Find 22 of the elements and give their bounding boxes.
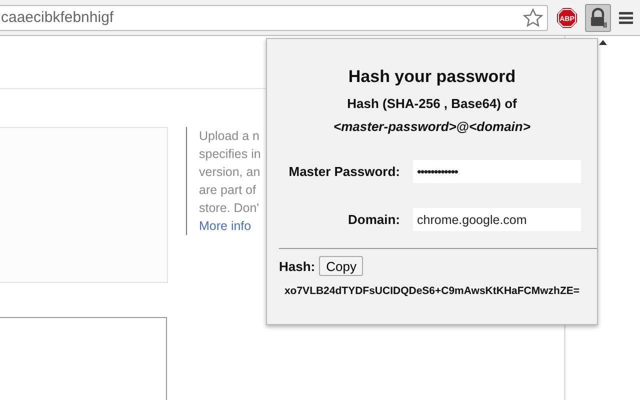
description-text: Upload a n <box>199 128 260 145</box>
domain-field[interactable]: chrome.google.com <box>413 208 581 231</box>
hash-label: Hash: <box>279 258 316 274</box>
hash-output: xo7VLB24dTYDFsUCIDQDeS6+C9mAwsKtKHaFCMwzhZE= <box>283 285 581 297</box>
menu-icon[interactable] <box>619 10 633 24</box>
address-text: caaecibkfebnhigf <box>1 9 114 26</box>
password-field[interactable]: •••••••••••• <box>413 160 581 183</box>
description-text: store. Don' <box>199 200 260 217</box>
star-icon[interactable] <box>523 8 543 28</box>
more-info-link[interactable]: More info <box>199 217 261 235</box>
description-text: version, an <box>199 164 261 181</box>
scroll-up-icon[interactable] <box>599 40 607 45</box>
address-bar[interactable]: caaecibkfebnhigf <box>0 4 548 30</box>
field-label: Domain: <box>347 212 400 227</box>
description-text: are part of <box>199 182 257 199</box>
hash-formula: <master-password>@<domain> <box>332 119 532 134</box>
lock-icon[interactable] <box>585 4 611 32</box>
description-text: specifies in <box>199 146 261 163</box>
popup-subtitle: Hash (SHA-256 , Base64) of <box>346 96 518 111</box>
popup-title: Hash your password <box>347 67 517 87</box>
copy-button[interactable]: Copy <box>319 256 364 276</box>
field-label: Master Password: <box>288 164 400 179</box>
